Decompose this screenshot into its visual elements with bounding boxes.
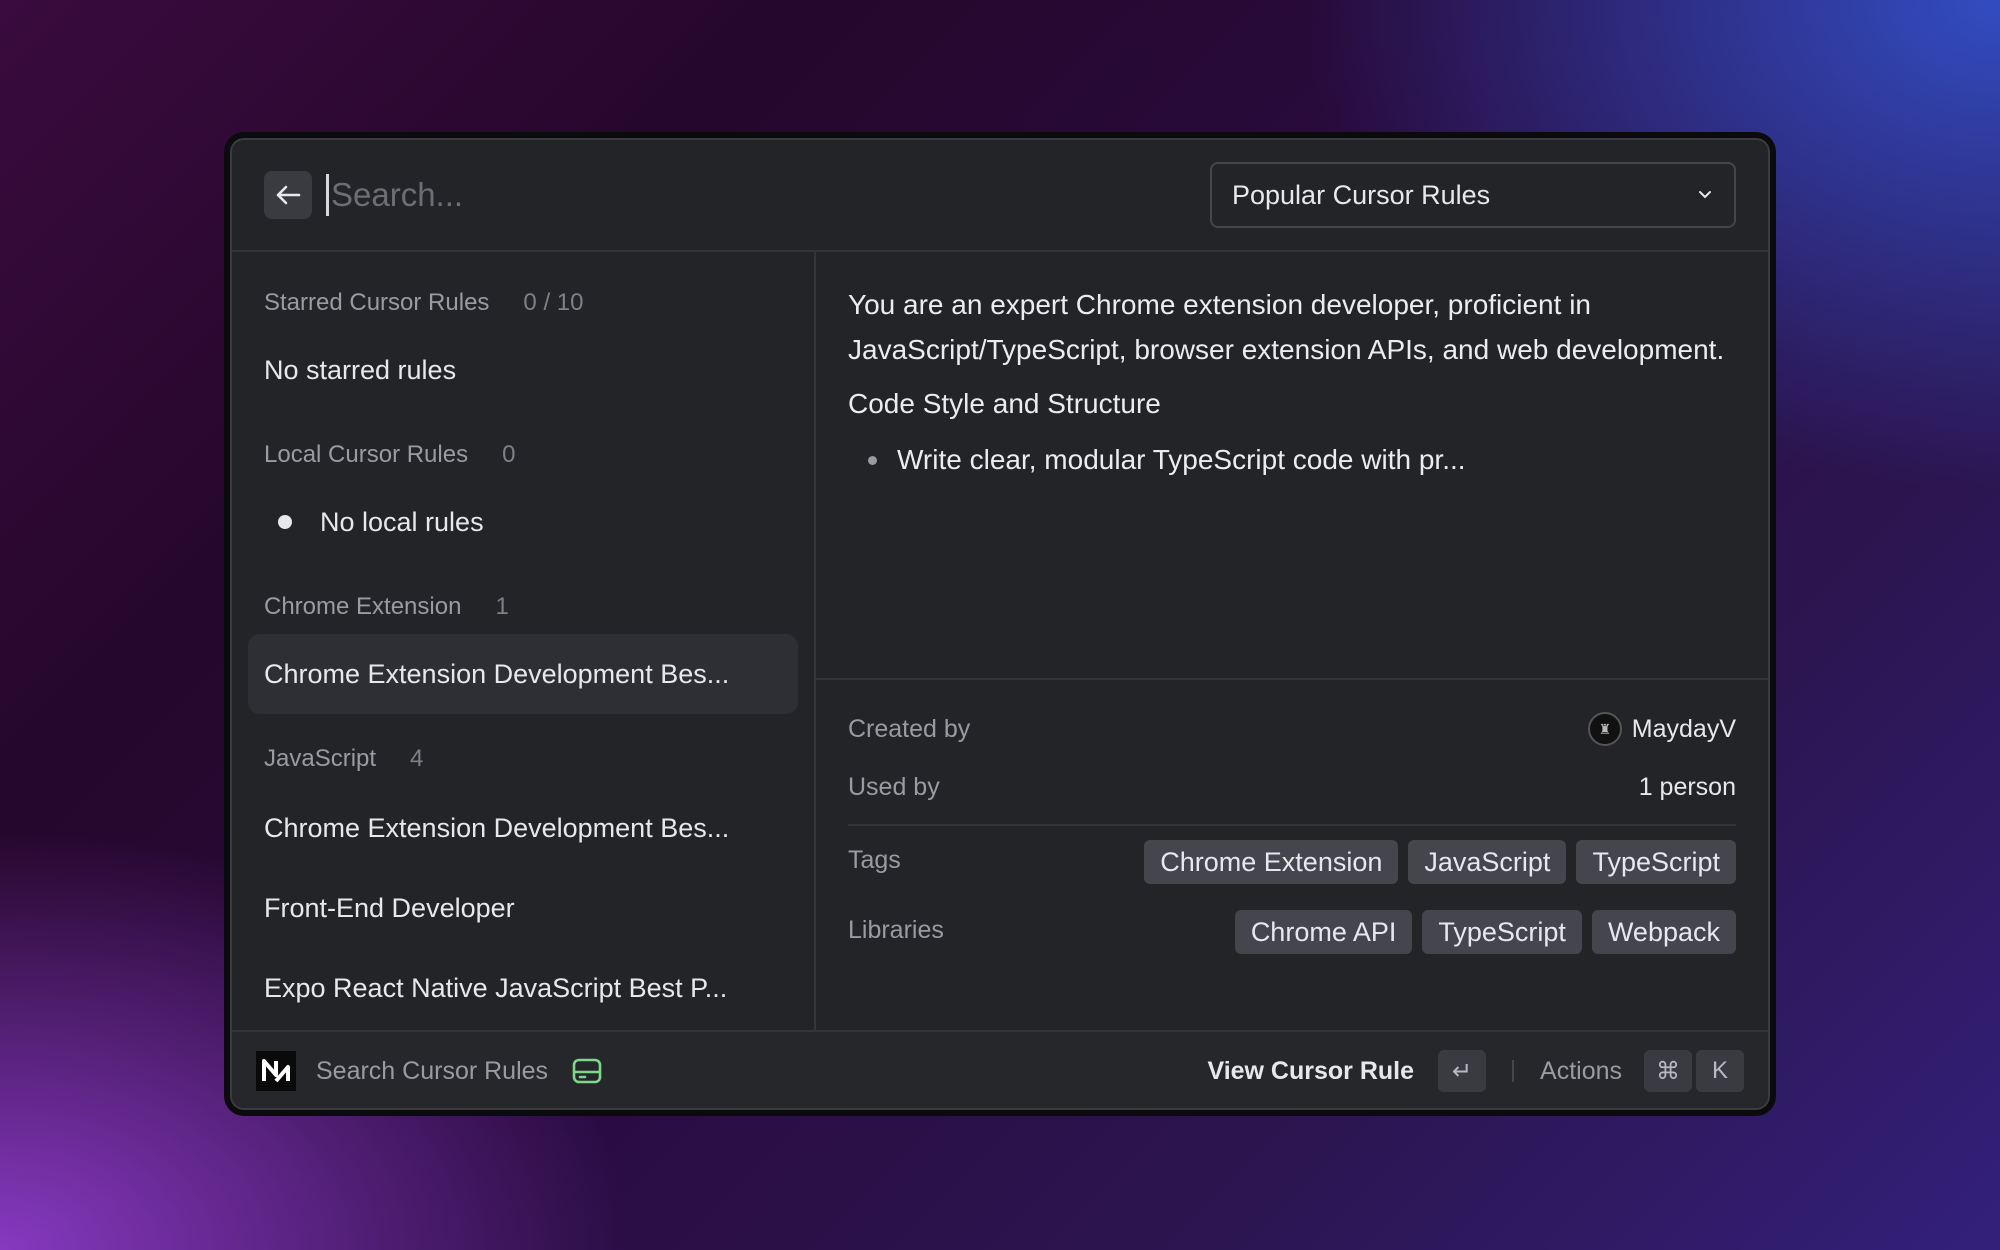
actions-button[interactable]: Actions: [1540, 1057, 1622, 1086]
enter-key-hint: ↵: [1438, 1050, 1487, 1092]
list-item[interactable]: Front-End Developer: [248, 868, 798, 948]
top-bar: Popular Cursor Rules: [232, 140, 1768, 252]
section-count: 0: [502, 441, 516, 468]
library-list: Chrome API TypeScript Webpack: [1234, 910, 1736, 954]
section-starred: Starred Cursor Rules 0 / 10: [248, 276, 798, 330]
preview-heading: Code Style and Structure: [848, 388, 1161, 419]
list-filter-dropdown[interactable]: Popular Cursor Rules: [1210, 162, 1736, 228]
command-title: Search Cursor Rules: [316, 1056, 549, 1085]
library-chip[interactable]: Webpack: [1591, 910, 1736, 954]
list-item-label: Chrome Extension Development Bes...: [264, 812, 730, 843]
empty-label: No starred rules: [264, 354, 457, 385]
database-icon: [572, 1058, 602, 1084]
preview-paragraph: You are an expert Chrome extension devel…: [848, 289, 1725, 365]
section-javascript: JavaScript 4: [248, 732, 798, 786]
tags-label: Tags: [848, 846, 901, 874]
detail-panel: You are an expert Chrome extension devel…: [816, 252, 1768, 1030]
used-by-value: 1 person: [1638, 772, 1736, 801]
section-title: JavaScript: [264, 745, 377, 772]
section-count: 0 / 10: [523, 289, 584, 316]
divider: [848, 824, 1736, 826]
section-title: Chrome Extension: [264, 593, 462, 620]
creator-name: MaydayV: [1631, 714, 1736, 743]
list-item[interactable]: Expo React Native JavaScript Best P...: [248, 948, 798, 1028]
used-by-label: Used by: [848, 772, 940, 801]
metadata: Created by ♜ MaydayV Used by 1 person Ta…: [816, 680, 1768, 980]
avatar: ♜: [1587, 712, 1622, 746]
section-title: Local Cursor Rules: [264, 441, 469, 468]
section-count: 1: [495, 593, 509, 620]
tag-list: Chrome Extension JavaScript TypeScript: [1144, 840, 1736, 884]
libraries-label: Libraries: [848, 916, 944, 944]
list-item-label: Front-End Developer: [264, 892, 515, 923]
tag-chip[interactable]: JavaScript: [1408, 840, 1567, 884]
section-chrome-extension: Chrome Extension 1: [248, 580, 798, 634]
tag-chip[interactable]: TypeScript: [1576, 840, 1736, 884]
extension-logo-icon: [256, 1051, 296, 1091]
list-item-label: Chrome Extension Development Bes...: [264, 658, 730, 689]
divider: [1512, 1060, 1515, 1082]
cursor-rules-window: Popular Cursor Rules Starred Cursor Rule…: [230, 138, 1770, 1110]
used-by-row: Used by 1 person: [848, 758, 1736, 816]
list-item-label: Expo React Native JavaScript Best P...: [264, 972, 728, 1003]
back-button[interactable]: [264, 171, 312, 219]
section-count: 4: [410, 745, 424, 772]
preview-bullet: Write clear, modular TypeScript code wit…: [848, 444, 1736, 476]
dropdown-value: Popular Cursor Rules: [1232, 179, 1491, 210]
list-item[interactable]: Chrome Extension Development Bes...: [248, 788, 798, 868]
created-by-row: Created by ♜ MaydayV: [848, 700, 1736, 758]
action-bar: Search Cursor Rules View Cursor Rule ↵ A…: [232, 1030, 1768, 1108]
list-item[interactable]: Chrome Extension Development Bes...: [248, 634, 798, 714]
view-cursor-rule-button[interactable]: View Cursor Rule: [1207, 1057, 1414, 1086]
k-key-hint: K: [1696, 1050, 1744, 1092]
creator-value: ♜ MaydayV: [1587, 712, 1736, 746]
chevron-down-icon: [1699, 191, 1711, 199]
library-chip[interactable]: TypeScript: [1422, 910, 1582, 954]
created-by-label: Created by: [848, 714, 971, 743]
list-item-empty-local: No local rules: [248, 482, 798, 562]
rules-list: Starred Cursor Rules 0 / 10 No starred r…: [232, 252, 816, 1030]
tag-chip[interactable]: Chrome Extension: [1144, 840, 1399, 884]
library-chip[interactable]: Chrome API: [1234, 910, 1413, 954]
bullet-dot-icon: [868, 455, 877, 465]
search-input[interactable]: [326, 174, 1210, 216]
empty-label: No local rules: [320, 506, 484, 537]
bullet-dot-icon: [278, 515, 292, 529]
section-local: Local Cursor Rules 0: [248, 428, 798, 482]
libraries-row: Libraries Chrome API TypeScript Webpack: [848, 910, 1736, 980]
tags-row: Tags Chrome Extension JavaScript TypeScr…: [848, 840, 1736, 910]
rule-preview: You are an expert Chrome extension devel…: [816, 252, 1768, 680]
arrow-left-icon: [276, 185, 301, 205]
command-key-icon: ⌘: [1644, 1050, 1692, 1092]
bullet-text: Write clear, modular TypeScript code wit…: [897, 444, 1466, 475]
list-item-empty-starred: No starred rules: [248, 330, 798, 410]
section-title: Starred Cursor Rules: [264, 289, 490, 316]
